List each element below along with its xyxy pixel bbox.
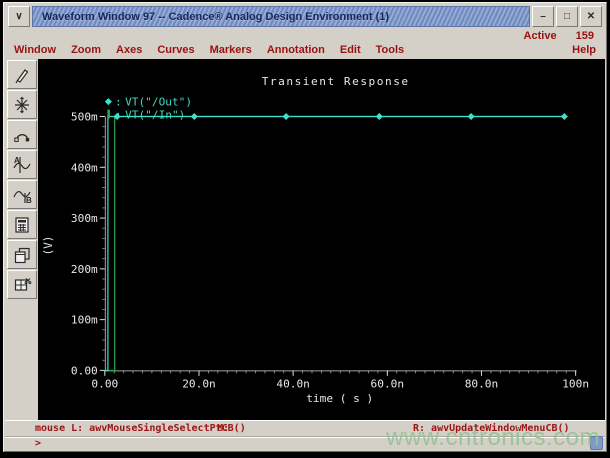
y-tick-label: 400m <box>71 161 98 174</box>
status-mouse-right: R: awvUpdateWindowMenuCB() <box>413 423 570 434</box>
x-tick-label: 100n <box>562 377 589 390</box>
menu-item-annotation[interactable]: Annotation <box>267 44 325 56</box>
x-tick-label: 40.0n <box>276 377 310 390</box>
subwindow-cut-button[interactable] <box>7 270 37 299</box>
menu-item-curves[interactable]: Curves <box>157 44 194 56</box>
legend-label[interactable]: VT("/Out") <box>125 96 192 109</box>
pen-tool-icon <box>15 68 29 83</box>
close-icon: ✕ <box>586 11 596 22</box>
waveform-canvas[interactable]: 0.00 20.0n 40.0n 60.0n 80.0n 100n 0.00 100m 200m… <box>38 59 605 420</box>
menu-item-axes[interactable]: Axes <box>116 44 142 56</box>
window-title: Waveform Window 97 -- Cadence® Analog De… <box>42 10 390 23</box>
zoom-fit-button[interactable] <box>7 90 37 119</box>
menu-item-edit[interactable]: Edit <box>340 44 361 56</box>
data-point-marker[interactable] <box>375 113 383 120</box>
data-point-marker[interactable] <box>282 113 290 120</box>
active-status: Active 159 <box>508 30 594 42</box>
x-tick-label: 0.00 <box>91 377 118 390</box>
plot-title: Transient Response <box>262 75 410 88</box>
statusbar: mouse L: awvMouseSingleSelectPtCB() M: R… <box>5 420 605 450</box>
status-mouse-middle: M: <box>217 423 230 434</box>
command-row[interactable]: > <box>5 436 605 451</box>
y-tick-label: 500m <box>71 111 98 124</box>
minimize-button[interactable]: – <box>532 6 554 27</box>
window-menu-button[interactable]: ∨ <box>8 6 30 27</box>
maximize-button[interactable]: □ <box>556 6 578 27</box>
x-tick-label: 60.0n <box>371 377 405 390</box>
cli-prompt: > <box>35 438 42 449</box>
copy-window-button[interactable] <box>7 240 37 269</box>
y-tick-label: 100m <box>71 314 98 327</box>
active-count: 159 <box>575 30 594 42</box>
copy-window-icon <box>14 247 30 263</box>
marker-a-button[interactable]: A <box>7 150 37 179</box>
titlebar-drag-area[interactable]: Waveform Window 97 -- Cadence® Analog De… <box>32 6 530 27</box>
active-label: Active <box>523 30 557 42</box>
mouse-binding-row: mouse L: awvMouseSingleSelectPtCB() M: R… <box>5 420 605 436</box>
tool-column: A B <box>5 59 38 420</box>
arc-trace-icon <box>14 133 30 142</box>
marker-b-icon: B <box>13 190 32 205</box>
legend-colon: : <box>115 96 122 109</box>
svg-text:B: B <box>26 196 32 205</box>
arc-trace-button[interactable] <box>7 120 37 149</box>
trace-out[interactable] <box>104 115 565 372</box>
app-window: ∨ Waveform Window 97 -- Cadence® Analog … <box>3 2 607 452</box>
work-area: A B 0.00 20.0n 40.0n 60.0n 80.0n 100n 0.… <box>5 59 605 420</box>
legend-label[interactable]: VT("/In") <box>125 109 185 122</box>
legend-symbol-out <box>104 98 112 106</box>
y-tick-label: 0.00 <box>71 364 98 377</box>
subwindow-cut-icon <box>14 277 32 291</box>
calculator-button[interactable] <box>7 210 37 239</box>
plot-area[interactable]: 0.00 20.0n 40.0n 60.0n 80.0n 100n 0.00 100m 200m… <box>38 59 605 420</box>
marker-b-button[interactable]: B <box>7 180 37 209</box>
menu-item-tools[interactable]: Tools <box>376 44 405 56</box>
zoom-fit-icon <box>15 96 29 113</box>
maximize-icon: □ <box>563 11 571 22</box>
x-tick-label: 20.0n <box>182 377 216 390</box>
y-tick-label: 200m <box>71 263 98 276</box>
menu-item-markers[interactable]: Markers <box>210 44 252 56</box>
menubar: Window Zoom Axes Curves Markers Annotation Edi… <box>14 42 596 57</box>
y-tick-label: 300m <box>71 212 98 225</box>
menu-item-window[interactable]: Window <box>14 44 56 56</box>
pen-tool-button[interactable] <box>7 60 37 89</box>
data-point-marker[interactable] <box>560 113 568 120</box>
y-axis-title: (V) <box>42 236 55 256</box>
calculator-icon <box>15 216 29 233</box>
titlebar: ∨ Waveform Window 97 -- Cadence® Analog … <box>8 6 602 27</box>
menu-item-help[interactable]: Help <box>572 44 596 56</box>
data-point-marker[interactable] <box>190 113 198 120</box>
data-point-marker[interactable] <box>467 113 475 120</box>
resize-corner-handle[interactable] <box>590 436 603 450</box>
x-axis-title: time ( s ) <box>306 392 373 405</box>
status-mouse-left: mouse L: awvMouseSingleSelectPtCB() <box>35 423 246 434</box>
minimize-icon: – <box>540 11 546 22</box>
trace-in[interactable] <box>104 115 565 372</box>
menu-item-zoom[interactable]: Zoom <box>71 44 101 56</box>
legend-colon: : <box>115 109 122 122</box>
close-button[interactable]: ✕ <box>580 6 602 27</box>
legend-symbol-in <box>107 109 110 119</box>
marker-a-icon: A <box>13 156 31 173</box>
x-tick-label: 80.0n <box>465 377 499 390</box>
window-menu-chevron-icon: ∨ <box>15 11 23 22</box>
